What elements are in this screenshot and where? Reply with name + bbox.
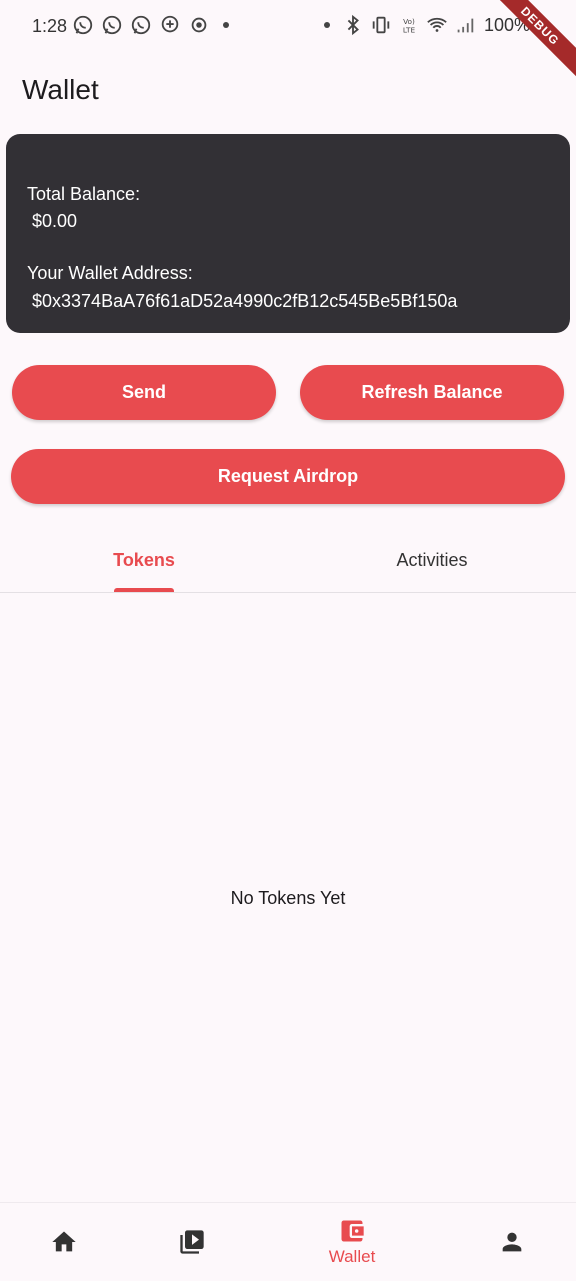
debug-banner: DEBUG (483, 0, 576, 83)
balance-card: Total Balance: $0.00 Your Wallet Address… (6, 134, 570, 333)
add-message-icon (161, 15, 179, 33)
wifi-icon (427, 17, 447, 32)
status-time: 1:28 (32, 16, 68, 36)
whatsapp-icon (131, 15, 151, 35)
svg-text:LTE: LTE (403, 25, 416, 34)
nav-item-wallet[interactable]: Wallet (280, 1203, 424, 1281)
refresh-balance-button[interactable]: Refresh Balance (300, 365, 564, 420)
status-bar: 1:28 Vo) LTE 100% DEBUG (0, 0, 576, 83)
send-button[interactable]: Send (12, 365, 276, 420)
tab-activities[interactable]: Activities (288, 540, 576, 592)
wallet-address-value: $0x3374BaA76f61aD52a4990c2fB12c545Be5Bf1… (32, 291, 458, 311)
tab-activities-label: Activities (396, 550, 468, 570)
notification-icons (72, 14, 235, 36)
bluetooth-icon (347, 14, 359, 36)
total-balance-value: $0.00 (32, 211, 78, 231)
video-library-icon (180, 1230, 204, 1254)
nav-item-home[interactable] (0, 1203, 136, 1281)
bottom-navigation: Wallet (0, 1202, 576, 1281)
more-notifications-dot (223, 22, 229, 28)
signal-icon (457, 18, 474, 33)
empty-state-message: No Tokens Yet (230, 888, 346, 908)
vibrate-icon (372, 16, 390, 34)
dot-icon (324, 22, 330, 28)
wallet-icon (341, 1220, 364, 1242)
nav-item-profile[interactable] (440, 1203, 576, 1281)
record-icon (191, 17, 207, 33)
whatsapp-icon (73, 15, 93, 35)
volte-icon: Vo)LTE (403, 17, 416, 34)
person-icon (502, 1232, 522, 1252)
nav-label-wallet: Wallet (328, 1247, 376, 1266)
nav-item-videos[interactable] (120, 1203, 264, 1281)
page-title: Wallet (22, 74, 99, 105)
tab-divider (0, 592, 576, 593)
total-balance-label: Total Balance: (27, 184, 141, 204)
wallet-address-label: Your Wallet Address: (27, 263, 193, 283)
whatsapp-icon (102, 15, 122, 35)
system-icons: Vo) LTE 100% (318, 14, 530, 36)
home-icon (52, 1231, 76, 1252)
request-airdrop-button[interactable]: Request Airdrop (11, 449, 565, 504)
tab-tokens[interactable]: Tokens (0, 540, 288, 592)
tab-tokens-label: Tokens (113, 550, 175, 570)
